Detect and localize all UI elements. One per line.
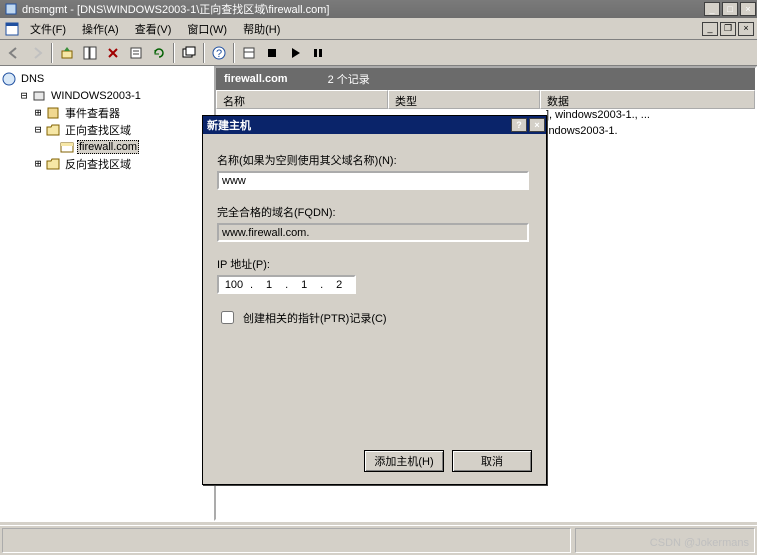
refresh-button[interactable]: [148, 42, 170, 64]
tree-root-dns[interactable]: DNS: [2, 70, 210, 87]
mdi-minimize-button[interactable]: _: [702, 22, 718, 36]
toolbar: ?: [0, 40, 757, 66]
svg-text:?: ?: [216, 48, 222, 60]
menu-file[interactable]: 文件(F): [22, 19, 74, 39]
close-button[interactable]: ×: [740, 2, 756, 16]
name-input[interactable]: [217, 171, 529, 190]
tree-zone-firewall[interactable]: firewall.com: [2, 138, 210, 155]
ip-seg-1[interactable]: [219, 278, 249, 292]
book-icon: [46, 106, 60, 120]
back-button[interactable]: [3, 42, 25, 64]
mdi-close-button[interactable]: ×: [738, 22, 754, 36]
fqdn-input: [217, 223, 529, 242]
tree-server[interactable]: ⊟ WINDOWS2003-1: [2, 87, 210, 104]
properties-button[interactable]: [125, 42, 147, 64]
show-tree-button[interactable]: [79, 42, 101, 64]
menubar: 文件(F) 操作(A) 查看(V) 窗口(W) 帮助(H) _ ❐ ×: [0, 18, 757, 40]
collapse-icon[interactable]: ⊟: [16, 89, 32, 102]
zone-name: firewall.com: [224, 73, 288, 85]
app-icon: [4, 2, 18, 16]
menu-view[interactable]: 查看(V): [127, 19, 180, 39]
pause-button[interactable]: [307, 42, 329, 64]
ip-seg-3[interactable]: [289, 278, 319, 292]
dialog-close-button[interactable]: ×: [529, 118, 545, 132]
delete-button[interactable]: [102, 42, 124, 64]
zone-header: firewall.com 2 个记录: [216, 68, 755, 90]
stop-button[interactable]: [261, 42, 283, 64]
taskbar-slot[interactable]: [2, 528, 571, 553]
new-host-dialog: 新建主机 ? × 名称(如果为空则使用其父域名称)(N): 完全合格的域名(FQ…: [202, 115, 547, 485]
window-title: dnsmgmt - [DNS\WINDOWS2003-1\正向查找区域\fire…: [22, 1, 703, 17]
ptr-checkbox-row[interactable]: 创建相关的指针(PTR)记录(C): [217, 308, 532, 327]
expand-icon[interactable]: ⊞: [30, 157, 46, 170]
dns-icon: [2, 72, 16, 86]
tree-pane[interactable]: DNS ⊟ WINDOWS2003-1 ⊞ 事件查看器 ⊟ 正向查找区域 fir…: [0, 66, 214, 521]
cancel-button[interactable]: 取消: [452, 450, 532, 472]
name-label: 名称(如果为空则使用其父域名称)(N):: [217, 152, 532, 168]
zone-icon: [60, 140, 74, 154]
tree-forward-zones[interactable]: ⊟ 正向查找区域: [2, 121, 210, 138]
ptr-label: 创建相关的指针(PTR)记录(C): [243, 310, 387, 326]
minimize-button[interactable]: _: [704, 2, 720, 16]
play-button[interactable]: [284, 42, 306, 64]
ip-seg-4[interactable]: [324, 278, 354, 292]
new-window-button[interactable]: [178, 42, 200, 64]
taskbar: [0, 521, 757, 555]
ip-seg-2[interactable]: [254, 278, 284, 292]
help-button[interactable]: ?: [208, 42, 230, 64]
folder-icon: [46, 157, 60, 171]
column-headers: 名称 类型 数据: [216, 90, 755, 109]
mdi-restore-button[interactable]: ❐: [720, 22, 736, 36]
col-data[interactable]: 数据: [540, 90, 755, 109]
system-menu-icon[interactable]: [2, 22, 22, 36]
filter-button[interactable]: [238, 42, 260, 64]
col-name[interactable]: 名称: [216, 90, 388, 109]
tree-reverse-zones[interactable]: ⊞ 反向查找区域: [2, 155, 210, 172]
forward-button[interactable]: [26, 42, 48, 64]
col-type[interactable]: 类型: [388, 90, 540, 109]
folder-open-icon: [46, 123, 60, 137]
fqdn-label: 完全合格的域名(FQDN):: [217, 204, 532, 220]
up-button[interactable]: [56, 42, 78, 64]
maximize-button[interactable]: □: [722, 2, 738, 16]
menu-window[interactable]: 窗口(W): [179, 19, 235, 39]
dialog-titlebar[interactable]: 新建主机 ? ×: [203, 116, 546, 134]
taskbar-tray[interactable]: [575, 528, 755, 553]
ip-label: IP 地址(P):: [217, 256, 532, 272]
dialog-title: 新建主机: [207, 117, 251, 133]
dialog-help-button[interactable]: ?: [511, 118, 527, 132]
ip-input[interactable]: . . .: [217, 275, 356, 294]
expand-icon[interactable]: ⊞: [30, 106, 46, 119]
zone-record-count: 2 个记录: [328, 71, 370, 87]
add-host-button[interactable]: 添加主机(H): [364, 450, 444, 472]
tree-eventviewer[interactable]: ⊞ 事件查看器: [2, 104, 210, 121]
collapse-icon[interactable]: ⊟: [30, 123, 46, 136]
main-titlebar: dnsmgmt - [DNS\WINDOWS2003-1\正向查找区域\fire…: [0, 0, 757, 18]
menu-action[interactable]: 操作(A): [74, 19, 127, 39]
menu-help[interactable]: 帮助(H): [235, 19, 288, 39]
server-icon: [32, 89, 46, 103]
ptr-checkbox[interactable]: [221, 311, 234, 324]
